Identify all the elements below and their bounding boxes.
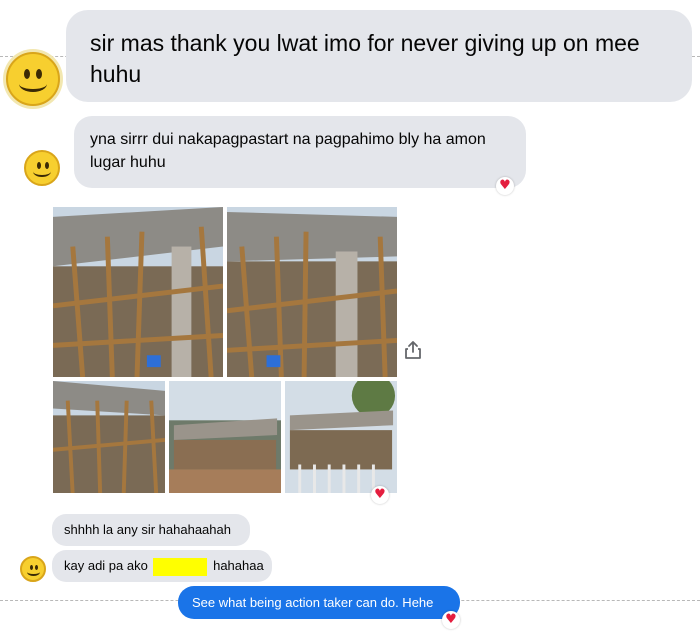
construction-photo-2[interactable]: [226, 206, 398, 378]
smiley-avatar-icon[interactable]: [6, 52, 60, 106]
heart-reaction-icon[interactable]: ♥: [371, 486, 389, 504]
heart-reaction-icon[interactable]: ♥: [442, 611, 460, 629]
message-bubble-kay-adi[interactable]: kay adi pa ako hahahaa: [52, 550, 272, 582]
construction-photo-3[interactable]: [52, 380, 166, 494]
construction-photo-4[interactable]: [168, 380, 282, 494]
message-bubble-thank-you[interactable]: sir mas thank you lwat imo for never giv…: [66, 10, 692, 102]
construction-photo-1[interactable]: [52, 206, 224, 378]
message-bubble-started[interactable]: yna sirrr dui nakapagpastart na pagpahim…: [74, 116, 526, 188]
message-text: yna sirrr dui nakapagpastart na pagpahim…: [90, 131, 486, 171]
message-text-before: kay adi pa ako: [64, 558, 148, 573]
message-text: shhhh la any sir hahahaahah: [64, 522, 231, 537]
message-bubble-shhh[interactable]: shhhh la any sir hahahaahah: [52, 514, 250, 546]
my-message-bubble[interactable]: See what being action taker can do. Hehe: [178, 586, 460, 619]
smiley-avatar-icon[interactable]: [24, 150, 60, 186]
message-text: See what being action taker can do. Hehe: [192, 595, 434, 610]
share-icon[interactable]: [404, 340, 422, 360]
redaction-block: [153, 557, 208, 576]
message-text: sir mas thank you lwat imo for never giv…: [90, 30, 640, 87]
heart-reaction-icon[interactable]: ♥: [496, 177, 514, 195]
message-text-after: hahahaa: [213, 558, 264, 573]
construction-photo-5[interactable]: [284, 380, 398, 494]
smiley-avatar-icon[interactable]: [20, 556, 46, 582]
